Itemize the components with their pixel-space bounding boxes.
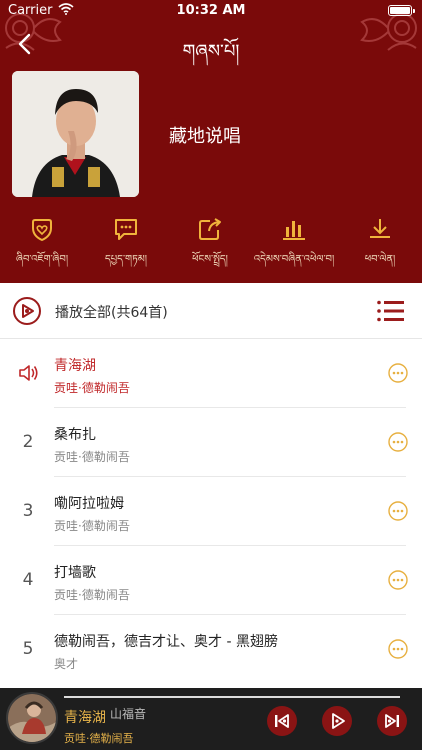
song-artist: 贡哇·德勒闹吾 xyxy=(54,519,130,533)
song-title: 嘞阿拉啦姆 xyxy=(54,496,124,512)
action-download-label: ཕབ་ལེན། xyxy=(364,254,396,265)
song-title: 打墙歌 xyxy=(54,565,96,581)
now-playing-title: 青海湖 xyxy=(64,710,106,726)
list-menu-icon[interactable] xyxy=(376,298,404,324)
more-options-icon[interactable] xyxy=(388,570,408,590)
now-playing-artist: 贡哇·德勒闹吾 xyxy=(64,732,134,745)
play-all-bar: 播放全部(共64首) xyxy=(0,283,422,339)
song-index: 5 xyxy=(22,639,34,659)
song-artist: 贡哇·德勒闹吾 xyxy=(54,450,130,464)
action-download[interactable]: ཕབ་ལེན། xyxy=(338,212,422,272)
artist-name: 藏地说唱 xyxy=(169,126,241,147)
artist-photo xyxy=(12,71,139,197)
artist-portrait-icon xyxy=(12,71,139,197)
song-index: 3 xyxy=(22,501,34,521)
chart-bars-icon xyxy=(283,221,305,240)
action-ranking[interactable]: འདེམས་བཞིན་འཕེལ་བ། xyxy=(252,212,336,272)
song-title: 桑布扎 xyxy=(54,427,96,443)
action-comment[interactable]: དཔྱད་གཏམ། xyxy=(84,212,168,272)
song-index: 2 xyxy=(22,432,34,452)
heart-badge-icon xyxy=(32,219,52,242)
song-row[interactable]: 4 打墙歌 贡哇·德勒闹吾 xyxy=(0,546,422,615)
download-icon xyxy=(370,219,390,238)
song-artist: 贡哇·德勒闹吾 xyxy=(54,588,130,602)
share-icon xyxy=(199,218,221,240)
more-options-icon[interactable] xyxy=(388,363,408,383)
song-title: 德勒闹吾，德吉才让、奥才 - 黑翅膀 xyxy=(54,634,278,650)
speaker-playing-icon xyxy=(19,365,38,381)
play-all-icon[interactable] xyxy=(12,296,42,326)
song-title: 青海湖 xyxy=(54,358,96,374)
action-favorite-label: ཞིབ་འཇོག་ཞིབ། xyxy=(15,254,69,265)
battery-icon xyxy=(388,5,415,16)
back-chevron-icon[interactable] xyxy=(12,30,40,58)
song-row[interactable]: 青海湖 贡哇·德勒闹吾 xyxy=(0,339,422,408)
clock-label: 10:32 AM xyxy=(176,3,246,18)
more-options-icon[interactable] xyxy=(388,432,408,452)
action-comment-label: དཔྱད་གཏམ། xyxy=(104,254,148,265)
status-bar: Carrier 10:32 AM xyxy=(0,0,422,22)
playback-progress[interactable] xyxy=(64,696,400,698)
action-ranking-label: འདེམས་བཞིན་འཕེལ་བ། xyxy=(253,254,335,265)
action-share[interactable]: ཕོངས་སྤྲོད། xyxy=(168,212,252,272)
play-all-label[interactable]: 播放全部(共64首) xyxy=(55,302,168,322)
next-track-icon[interactable] xyxy=(376,705,408,737)
song-index: 4 xyxy=(22,570,34,590)
song-artist: 贡哇·德勒闹吾 xyxy=(54,381,130,395)
header-panel: Carrier 10:32 AM གཞས་པོ། 藏地说唱 ཞིབ་འཇོག་ཞ… xyxy=(0,0,422,283)
play-pause-icon[interactable] xyxy=(321,705,353,737)
album-cover[interactable] xyxy=(6,692,58,744)
song-row[interactable]: 2 桑布扎 贡哇·德勒闹吾 xyxy=(0,408,422,477)
page-title: གཞས་པོ། xyxy=(182,41,240,62)
action-favorite[interactable]: ཞིབ་འཇོག་ཞིབ། xyxy=(0,212,84,272)
comment-icon xyxy=(115,219,137,240)
action-bar: ཞིབ་འཇོག་ཞིབ། དཔྱད་གཏམ། ཕོངས་སྤྲོད། འདེམ… xyxy=(0,212,422,272)
mini-player: 青海湖 山福音 贡哇·德勒闹吾 xyxy=(0,688,422,750)
action-share-label: ཕོངས་སྤྲོད། xyxy=(192,254,228,265)
next-song-title: 山福音 xyxy=(110,707,147,721)
song-row[interactable]: 3 嘞阿拉啦姆 贡哇·德勒闹吾 xyxy=(0,477,422,546)
song-artist: 奥才 xyxy=(54,657,79,671)
more-options-icon[interactable] xyxy=(388,639,408,659)
song-row[interactable]: 5 德勒闹吾，德吉才让、奥才 - 黑翅膀 奥才 xyxy=(0,615,422,684)
more-options-icon[interactable] xyxy=(388,501,408,521)
playback-progress-fill xyxy=(64,696,400,698)
previous-track-icon[interactable] xyxy=(266,705,298,737)
album-art-icon xyxy=(8,694,56,742)
